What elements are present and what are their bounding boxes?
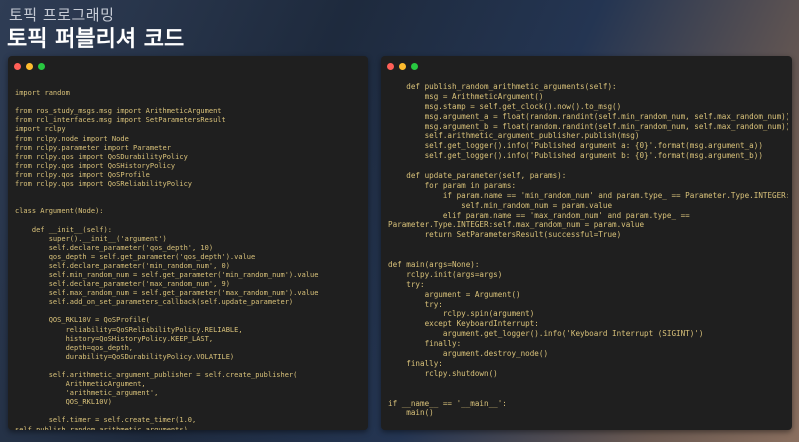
code-line: super().__init__('argument') <box>15 234 167 243</box>
maximize-dot-icon <box>411 63 418 70</box>
code-line: except KeyboardInterrupt: <box>388 319 539 329</box>
code-line: if param.name == 'min_random_num' and pa… <box>388 190 788 200</box>
code-line: main() <box>388 408 434 418</box>
code-line: 'arithmetic_argument', <box>15 389 159 398</box>
minimize-dot-icon <box>26 63 33 70</box>
code-block-left: import random from ros_study_msgs.msg imp… <box>15 80 364 430</box>
code-line: for param in params: <box>388 180 517 190</box>
code-line: from rcl_interfaces.msg import SetParame… <box>15 116 226 125</box>
code-block-right: def publish_random_arithmetic_arguments(… <box>388 82 788 418</box>
code-line: import rclpy <box>15 125 66 134</box>
code-line: self.get_logger().info('Published argume… <box>388 141 763 151</box>
code-line: from rclpy.qos import QoSHistoryPolicy <box>15 161 176 170</box>
code-line: self.publish_random_arithmetic_arguments… <box>15 425 188 430</box>
code-line: from rclpy.parameter import Parameter <box>15 143 171 152</box>
code-line: def publish_random_arithmetic_arguments(… <box>388 82 617 91</box>
minimize-dot-icon <box>399 63 406 70</box>
close-dot-icon <box>14 63 21 70</box>
code-line: self.declare_parameter('qos_depth', 10) <box>15 243 214 252</box>
code-line: try: <box>388 279 425 289</box>
code-line: finally: <box>388 339 462 349</box>
code-line: rclpy.init(args=args) <box>388 269 503 279</box>
code-line: rclpy.spin(argument) <box>388 309 535 319</box>
code-line: self.timer = self.create_timer(1.0, <box>15 416 197 425</box>
code-line: self.min_random_num = param.value <box>388 200 613 210</box>
window-controls <box>387 63 418 70</box>
code-line: try: <box>388 299 443 309</box>
code-line: def main(args=None): <box>388 260 480 270</box>
code-line: def update_parameter(self, params): <box>388 171 567 181</box>
code-line: elif param.name == 'max_random_num' and … <box>388 210 690 220</box>
window-controls <box>14 63 45 70</box>
code-line: argument = Argument() <box>388 289 521 299</box>
code-line: self.arithmetic_argument_publisher = sel… <box>15 371 298 379</box>
code-line: QOS_RKL10V) <box>15 398 112 407</box>
code-line: self.declare_parameter('max_random_num',… <box>15 280 230 289</box>
page-title: 토픽 퍼블리셔 코드 <box>7 27 185 52</box>
code-line: msg.stamp = self.get_clock().now().to_ms… <box>388 101 622 111</box>
code-line: argument.get_logger().info('Keyboard Int… <box>388 329 704 339</box>
code-line: argument.destroy_node() <box>388 349 549 359</box>
code-line: from ros_study_msgs.msg import Arithmeti… <box>15 107 222 116</box>
code-line: from rclpy.qos import QoSDurabilityPolic… <box>15 152 188 161</box>
code-line: from rclpy.node import Node <box>15 134 129 143</box>
code-window-left: import random from ros_study_msgs.msg imp… <box>8 56 368 430</box>
code-line: import random <box>15 89 70 98</box>
code-line: self.add_on_set_parameters_callback(self… <box>15 298 294 307</box>
code-line: Parameter.Type.INTEGER:self.max_random_n… <box>388 220 645 230</box>
code-line: depth=qos_depth, <box>15 343 134 352</box>
code-line: def __init__(self): <box>15 225 112 234</box>
code-line: msg.argument_a = float(random.randint(se… <box>388 111 788 121</box>
code-line: from rclpy.qos import QoSProfile <box>15 170 150 179</box>
code-line: rclpy.shutdown() <box>388 368 498 378</box>
code-line: self.arithmetic_argument_publisher.publi… <box>388 131 640 141</box>
code-line: history=QoSHistoryPolicy.KEEP_LAST, <box>15 334 214 343</box>
code-line: finally: <box>388 358 443 368</box>
code-line: self.declare_parameter('min_random_num',… <box>15 261 230 270</box>
code-line: self.min_random_num = self.get_parameter… <box>15 270 319 279</box>
code-line: self.max_random_num = self.get_parameter… <box>15 289 319 298</box>
code-line: reliability=QoSReliabilityPolicy.RELIABL… <box>15 325 243 334</box>
code-line: if __name__ == '__main__': <box>388 398 507 408</box>
code-line: msg.argument_b = float(random.randint(se… <box>388 121 788 131</box>
code-line: qos_depth = self.get_parameter('qos_dept… <box>15 252 256 261</box>
code-line: class Argument(Node): <box>15 207 104 216</box>
code-line: QOS_RKL10V = QoSProfile( <box>15 316 150 325</box>
code-line: from rclpy.qos import QoSReliabilityPoli… <box>15 180 193 189</box>
code-line: return SetParametersResult(successful=Tr… <box>388 230 622 240</box>
code-window-right: def publish_random_arithmetic_arguments(… <box>381 56 792 430</box>
close-dot-icon <box>387 63 394 70</box>
maximize-dot-icon <box>38 63 45 70</box>
code-line: msg = ArithmeticArgument() <box>388 91 544 101</box>
code-line: durability=QoSDurabilityPolicy.VOLATILE) <box>15 352 235 361</box>
code-line: self.get_logger().info('Published argume… <box>388 151 763 161</box>
code-line: ArithmeticArgument, <box>15 380 146 389</box>
